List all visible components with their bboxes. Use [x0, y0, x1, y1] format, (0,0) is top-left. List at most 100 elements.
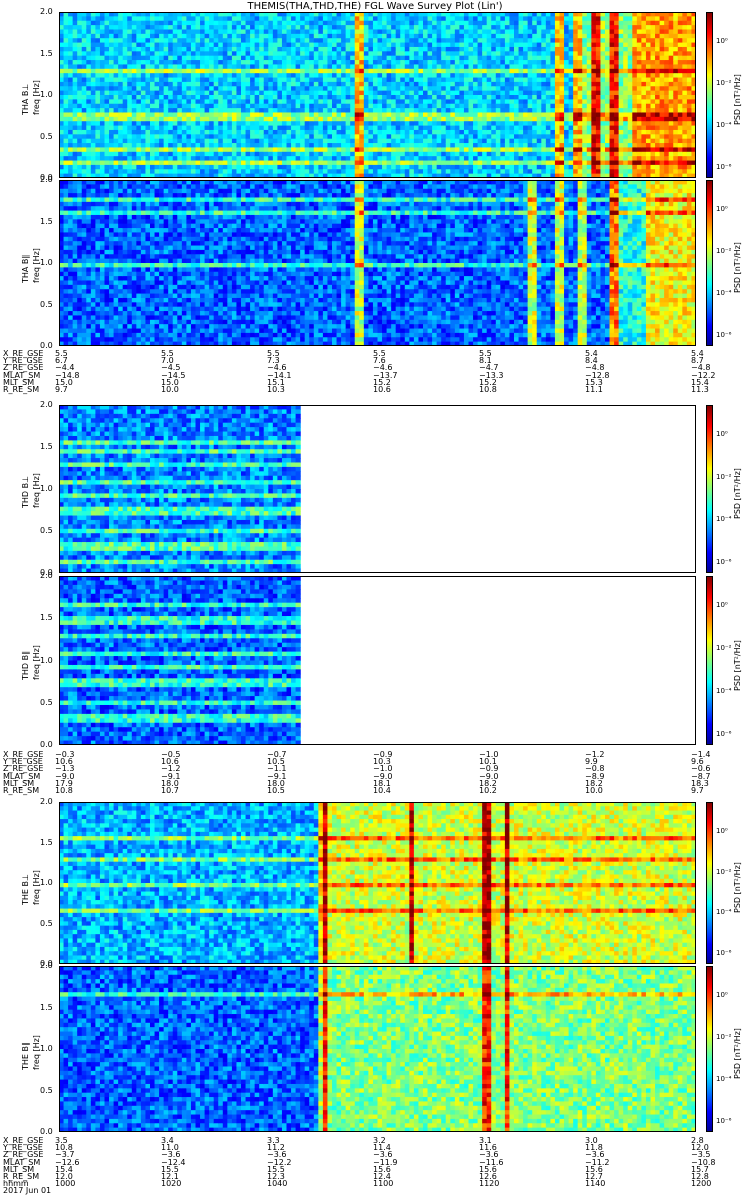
- colorbar: [706, 12, 713, 179]
- ephemeris-value: 10.4: [373, 786, 391, 794]
- y-tick-label: 1.0: [40, 656, 53, 665]
- ephemeris-table-thd: X_RE_GSE −0.3 −0.5 −0.7 −0.9 −1.0 −1.2 −1.4 Y_RE…: [3, 750, 748, 794]
- ylabel-probe: THA B⊥: [21, 84, 30, 115]
- y-tick-label: 0.5: [40, 698, 53, 707]
- ephemeris-value: 1020: [161, 1180, 181, 1188]
- ylabel-freq: freq [Hz]: [32, 870, 41, 905]
- y-tick-label: 2.0: [40, 797, 53, 806]
- y-tick-label: 0.5: [40, 919, 53, 928]
- ephemeris-value: 10.0: [161, 385, 179, 393]
- ephemeris-row: hhmm 1000 1020 1040 1100 1120 1140 1200: [3, 1180, 748, 1188]
- colorbar-tick-label: 10⁻²: [716, 473, 731, 481]
- ephemeris-row: 2017 Jun 01: [3, 1187, 748, 1195]
- ephemeris-value: 10.7: [161, 786, 179, 794]
- colorbar: [706, 405, 713, 574]
- y-tick-label: 1.0: [40, 258, 53, 267]
- ephemeris-value: 1120: [479, 1180, 499, 1188]
- ephemeris-value: 1200: [691, 1180, 711, 1188]
- ephemeris-value: 10.8: [479, 385, 497, 393]
- colorbar-tick-label: 10⁻⁴: [716, 289, 731, 297]
- colorbar: [706, 966, 713, 1133]
- ephemeris-value: 9.7: [55, 385, 68, 393]
- y-tick-label: 1.5: [40, 838, 53, 847]
- tha-bpar-spectrogram: [59, 180, 696, 346]
- thd-bpar-spectrogram: [59, 576, 696, 745]
- y-tick-label: 0.0: [40, 341, 53, 350]
- y-tick-label: 0.5: [40, 132, 53, 141]
- ephemeris-row: R_RE_SM 10.8 10.7 10.5 10.4 10.2 10.0 9.7: [3, 786, 748, 794]
- y-tick-label: 2.0: [40, 7, 53, 16]
- ephemeris-value: 10.0: [585, 786, 603, 794]
- colorbar-tick-label: 10⁻⁴: [716, 908, 731, 916]
- ephemeris-table-tha: X_RE_GSE 5.5 5.5 5.5 5.5 5.5 5.4 5.4 Y_RE_GSE 6.7…: [3, 349, 748, 393]
- y-tick-label: 1.0: [40, 1044, 53, 1053]
- y-tick-label: 1.5: [40, 217, 53, 226]
- colorbar-label: PSD [nT²/Hz]: [733, 1028, 742, 1079]
- colorbar-tick-label: 10⁰: [716, 205, 728, 213]
- ephemeris-label: R_RE_SM: [3, 786, 39, 794]
- colorbar-tick-label: 10⁻⁶: [716, 331, 731, 339]
- colorbar-tick-label: 10⁰: [716, 827, 728, 835]
- ephemeris-value: 1100: [373, 1180, 393, 1188]
- y-tick-label: 2.0: [40, 400, 53, 409]
- y-tick-label: 0.5: [40, 526, 53, 535]
- ylabel-probe: THE B⊥: [21, 874, 30, 905]
- the-bperp-spectrogram: [59, 802, 696, 964]
- colorbar-tick-label: 10⁻⁶: [716, 730, 731, 738]
- ylabel-probe: THD B∥: [21, 651, 30, 680]
- ephemeris-value: 11.3: [691, 385, 709, 393]
- y-tick-label: 1.5: [40, 49, 53, 58]
- colorbar-tick-label: 10⁻⁶: [716, 1117, 731, 1125]
- y-tick-label: 0.0: [40, 740, 53, 749]
- colorbar-tick-label: 10⁻²: [716, 644, 731, 652]
- ephemeris-value: 1140: [585, 1180, 605, 1188]
- ephemeris-value: 10.8: [55, 786, 73, 794]
- thd-bperp-spectrogram: [59, 405, 696, 573]
- plot-title: THEMIS(THA,THD,THE) FGL Wave Survey Plot…: [0, 1, 750, 12]
- ylabel-probe: THA B∥: [21, 255, 30, 283]
- colorbar-tick-label: 10⁰: [716, 430, 728, 438]
- y-tick-label: 1.0: [40, 90, 53, 99]
- colorbar-tick-label: 10⁻²: [716, 868, 731, 876]
- colorbar-tick-label: 10⁻²: [716, 247, 731, 255]
- y-tick-label: 2.0: [40, 961, 53, 970]
- colorbar-tick-label: 10⁻⁴: [716, 1075, 731, 1083]
- colorbar-label: PSD [nT²/Hz]: [733, 468, 742, 519]
- y-tick-label: 1.5: [40, 1003, 53, 1012]
- colorbar-label: PSD [nT²/Hz]: [733, 74, 742, 125]
- y-tick-label: 0.5: [40, 300, 53, 309]
- ephemeris-value: 1000: [55, 1180, 75, 1188]
- colorbar-label: PSD [nT²/Hz]: [733, 242, 742, 293]
- colorbar: [706, 180, 713, 347]
- colorbar-tick-label: 10⁰: [716, 37, 728, 45]
- colorbar: [706, 576, 713, 746]
- colorbar-tick-label: 10⁻⁴: [716, 515, 731, 523]
- colorbar-tick-label: 10⁰: [716, 991, 728, 999]
- ylabel-probe: THD B⊥: [21, 476, 30, 508]
- colorbar-tick-label: 10⁻²: [716, 79, 731, 87]
- ephemeris-value: 9.7: [691, 786, 704, 794]
- the-bpar-spectrogram: [59, 966, 696, 1132]
- ylabel-probe: THE B∥: [21, 1042, 30, 1070]
- colorbar-label: PSD [nT²/Hz]: [733, 640, 742, 691]
- colorbar-tick-label: 10⁰: [716, 601, 728, 609]
- y-tick-label: 1.0: [40, 878, 53, 887]
- y-tick-label: 2.0: [40, 571, 53, 580]
- y-tick-label: 1.5: [40, 613, 53, 622]
- ephemeris-value: 10.3: [267, 385, 285, 393]
- y-tick-label: 0.5: [40, 1086, 53, 1095]
- y-tick-label: 0.0: [40, 1127, 53, 1136]
- y-tick-label: 1.5: [40, 442, 53, 451]
- colorbar-tick-label: 10⁻⁶: [716, 163, 731, 171]
- colorbar-tick-label: 10⁻⁶: [716, 949, 731, 957]
- ephemeris-label: 2017 Jun 01: [3, 1187, 51, 1195]
- ephemeris-label: R_RE_SM: [3, 385, 39, 393]
- colorbar-tick-label: 10⁻⁴: [716, 687, 731, 695]
- ephemeris-row: R_RE_SM 9.7 10.0 10.3 10.6 10.8 11.1 11.3: [3, 385, 748, 393]
- colorbar-tick-label: 10⁻²: [716, 1033, 731, 1041]
- colorbar: [706, 802, 713, 965]
- y-tick-label: 1.0: [40, 484, 53, 493]
- colorbar-tick-label: 10⁻⁶: [716, 558, 731, 566]
- colorbar-tick-label: 10⁻⁴: [716, 121, 731, 129]
- ephemeris-value: 1040: [267, 1180, 287, 1188]
